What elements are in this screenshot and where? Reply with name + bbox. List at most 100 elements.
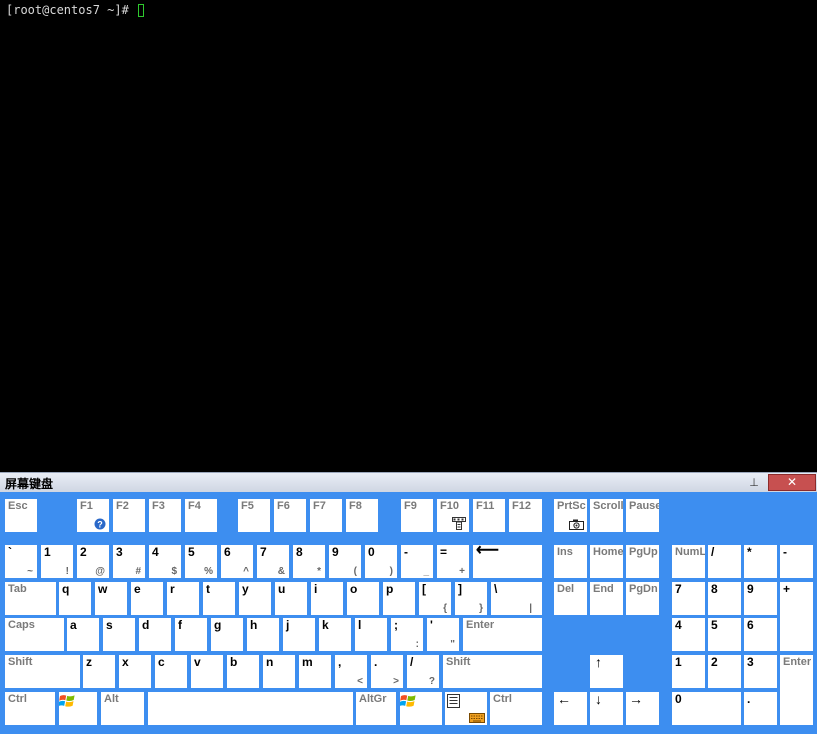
key-f1[interactable]: F1? (77, 499, 109, 532)
key-f7[interactable]: F7 (310, 499, 342, 532)
key-page-down[interactable]: PgDn (626, 582, 659, 615)
key-f5[interactable]: F5 (238, 499, 270, 532)
key-5[interactable]: 5% (185, 545, 217, 578)
key-3[interactable]: 3 # (113, 545, 145, 578)
key-6[interactable]: 6 ^ (221, 545, 253, 578)
close-button[interactable]: ✕ (768, 474, 816, 491)
key-page-up[interactable]: PgUp (626, 545, 659, 578)
key-num-8[interactable]: 8 (708, 582, 741, 615)
key-equals[interactable]: = + (437, 545, 469, 578)
key-alt[interactable]: Alt (101, 692, 144, 725)
key-w[interactable]: w (95, 582, 127, 615)
key-c[interactable]: c (155, 655, 187, 688)
key-right-shift[interactable]: Shift (443, 655, 542, 688)
key-home[interactable]: Home (590, 545, 623, 578)
key-slash[interactable]: /? (407, 655, 439, 688)
key-f11[interactable]: F11 (473, 499, 505, 532)
key-left-windows[interactable] (59, 692, 97, 725)
key-n[interactable]: n (263, 655, 295, 688)
pin-icon[interactable]: ⊥ (746, 475, 762, 490)
key-pause[interactable]: Pause (626, 499, 659, 532)
key-f6[interactable]: F6 (274, 499, 306, 532)
key-arrow-up[interactable]: ↑ (590, 655, 623, 688)
key-backslash[interactable]: \ | (491, 582, 542, 615)
key-num-plus[interactable]: + (780, 582, 813, 651)
key-end[interactable]: End (590, 582, 623, 615)
key-r[interactable]: r (167, 582, 199, 615)
key-right-bracket[interactable]: ]} (455, 582, 487, 615)
key-p[interactable]: p (383, 582, 415, 615)
key-o[interactable]: o (347, 582, 379, 615)
key-u[interactable]: u (275, 582, 307, 615)
key-backtick[interactable]: ` ~ (5, 545, 37, 578)
key-2[interactable]: 2 @ (77, 545, 109, 578)
key-menu[interactable] (445, 692, 487, 725)
key-num-divide[interactable]: / (708, 545, 741, 578)
key-altgr[interactable]: AltGr (356, 692, 396, 725)
key-a[interactable]: a (67, 618, 99, 651)
key-minus[interactable]: - _ (401, 545, 433, 578)
key-num-6[interactable]: 6 (744, 618, 777, 651)
key-num-0[interactable]: 0 (672, 692, 741, 725)
key-left-bracket[interactable]: [{ (419, 582, 451, 615)
key-8[interactable]: 8 * (293, 545, 325, 578)
key-caps-lock[interactable]: Caps (5, 618, 64, 651)
key-y[interactable]: y (239, 582, 271, 615)
key-m[interactable]: m (299, 655, 331, 688)
key-9[interactable]: 9( (329, 545, 361, 578)
key-l[interactable]: l (355, 618, 387, 651)
key-scroll[interactable]: Scroll (590, 499, 623, 532)
key-num-minus[interactable]: - (780, 545, 813, 578)
key-k[interactable]: k (319, 618, 351, 651)
key-x[interactable]: x (119, 655, 151, 688)
key-t[interactable]: t (203, 582, 235, 615)
key-backspace[interactable]: ⟵ (473, 545, 542, 578)
key-semicolon[interactable]: ;: (391, 618, 423, 651)
key-num-7[interactable]: 7 (672, 582, 705, 615)
key-0[interactable]: 0) (365, 545, 397, 578)
key-f[interactable]: f (175, 618, 207, 651)
key-enter[interactable]: Enter (463, 618, 542, 651)
key-period[interactable]: . > (371, 655, 403, 688)
key-left-ctrl[interactable]: Ctrl (5, 692, 55, 725)
key-num-5[interactable]: 5 (708, 618, 741, 651)
key-num-lock[interactable]: NumL (672, 545, 705, 578)
key-f10[interactable]: F10 (437, 499, 469, 532)
key-f4[interactable]: F4 (185, 499, 217, 532)
key-j[interactable]: j (283, 618, 315, 651)
key-h[interactable]: h (247, 618, 279, 651)
key-num-multiply[interactable]: * (744, 545, 777, 578)
key-comma[interactable]: , < (335, 655, 367, 688)
key-d[interactable]: d (139, 618, 171, 651)
key-7[interactable]: 7 & (257, 545, 289, 578)
key-right-windows[interactable] (400, 692, 442, 725)
key-f3[interactable]: F3 (149, 499, 181, 532)
key-f12[interactable]: F12 (509, 499, 542, 532)
key-num-enter[interactable]: Enter (780, 655, 813, 725)
key-quote[interactable]: ' " (427, 618, 459, 651)
key-q[interactable]: q (59, 582, 91, 615)
key-delete[interactable]: Del (554, 582, 587, 615)
key-space[interactable] (148, 692, 353, 725)
key-e[interactable]: e (131, 582, 163, 615)
key-tab[interactable]: Tab (5, 582, 56, 615)
key-z[interactable]: z (83, 655, 115, 688)
key-num-3[interactable]: 3 (744, 655, 777, 688)
key-f2[interactable]: F2 (113, 499, 145, 532)
key-f8[interactable]: F8 (346, 499, 378, 532)
key-num-2[interactable]: 2 (708, 655, 741, 688)
key-num-4[interactable]: 4 (672, 618, 705, 651)
key-v[interactable]: v (191, 655, 223, 688)
key-arrow-left[interactable]: ← (554, 692, 587, 725)
key-num-1[interactable]: 1 (672, 655, 705, 688)
key-num-decimal[interactable]: . (744, 692, 777, 725)
key-prtsc[interactable]: PrtSc (554, 499, 587, 532)
terminal-window[interactable]: [root@centos7 ~]# (0, 0, 817, 472)
key-num-9[interactable]: 9 (744, 582, 777, 615)
key-i[interactable]: i (311, 582, 343, 615)
key-arrow-right[interactable]: → (626, 692, 659, 725)
key-arrow-down[interactable]: ↓ (590, 692, 623, 725)
key-right-ctrl[interactable]: Ctrl (490, 692, 542, 725)
key-left-shift[interactable]: Shift (5, 655, 80, 688)
key-esc[interactable]: Esc (5, 499, 37, 532)
